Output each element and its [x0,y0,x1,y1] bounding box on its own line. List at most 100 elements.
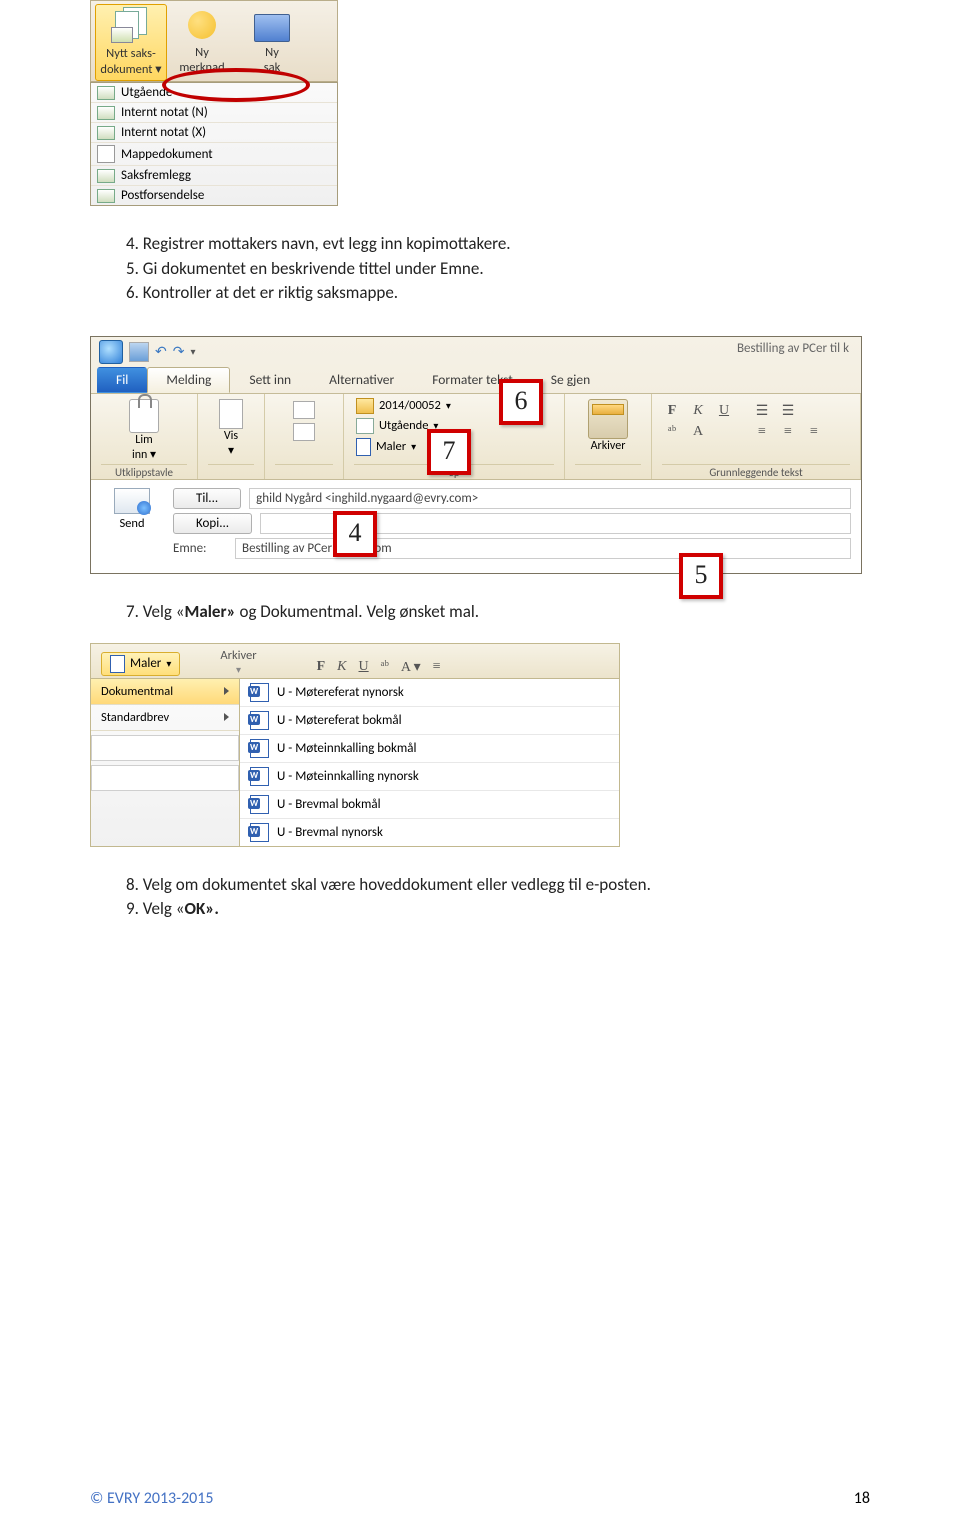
template-item[interactable]: U - Møtereferat bokmål [240,707,619,735]
step-7: 7. Velg «Maler» og Dokumentmal. Velg øns… [126,600,870,625]
folder-icon [356,398,374,414]
bold-button[interactable]: F [317,659,326,675]
font-color-button[interactable]: A [688,424,708,442]
ribbon-btn-ny-merknad[interactable]: Ny merknad [167,4,237,81]
align-button[interactable]: ≡ [433,659,441,675]
label: Ny [237,45,307,60]
template-item[interactable]: U - Møteinnkalling nynorsk [240,763,619,791]
qat-undo-icon[interactable]: ↶ [155,343,167,360]
underline-button[interactable]: U [359,659,369,675]
app-orb-icon[interactable] [99,340,123,364]
blank-input[interactable] [91,765,239,791]
figure-maler-submenu: Maler▾ Arkiver ▾ F K U ᵃᵇ A ▾ ≡ Dokument… [90,643,620,847]
chevron-right-icon [224,687,229,695]
bold-button[interactable]: F [662,403,682,421]
callout-6: 6 [499,379,543,425]
callout-4: 4 [333,511,377,557]
highlighter-button[interactable]: ᵃᵇ [381,659,389,675]
footer-page-number: 18 [854,1489,870,1508]
arkiver-button[interactable]: Arkiver [575,397,641,455]
tab-fil[interactable]: Fil [97,367,147,393]
label: Nytt saks- [96,46,166,61]
envelope-icon [97,169,115,183]
tab-sett-inn[interactable]: Sett inn [230,367,310,393]
chevron-right-icon [224,713,229,721]
menu-item-standardbrev[interactable]: Standardbrev [91,705,239,731]
instruction-list-2: 7. Velg «Maler» og Dokumentmal. Velg øns… [126,600,870,625]
step-6: 6. Kontroller at det er riktig saksmappe… [126,281,870,306]
tab-alternativer[interactable]: Alternativer [310,367,413,393]
italic-button[interactable]: K [337,659,346,675]
envelope-icon [97,189,115,203]
tab-melding[interactable]: Melding [147,367,230,393]
label: Ny [167,45,237,60]
document-icon [97,145,115,163]
menu-item-internt-x[interactable]: Internt notat (X) [91,123,337,143]
arkiver-label: Arkiver [220,648,256,663]
underline-button[interactable]: U [714,403,734,421]
template-item[interactable]: U - Møteinnkalling bokmål [240,735,619,763]
word-icon [110,655,125,673]
archive-icon [588,399,628,439]
subject-label: Emne: [173,541,227,556]
align-left-button[interactable]: ≡ [752,424,772,442]
figure-compose-ribbon: Bestilling av PCer til k ↶ ↷ ▾ Fil Meldi… [90,336,862,574]
italic-button[interactable]: K [688,403,708,421]
menu-item-dokumentmal[interactable]: Dokumentmal [91,679,239,705]
step-8: 8. Velg om dokumentet skal være hoveddok… [126,873,870,898]
word-icon [250,823,269,842]
highlighter-button[interactable]: ᵃᵇ [662,424,682,442]
ribbon-btn-nytt-saksdokument[interactable]: Nytt saks- dokument ▾ [95,4,167,81]
label: dokument ▾ [96,61,166,77]
instruction-list-3: 8. Velg om dokumentet skal være hoveddok… [126,873,870,922]
step-5: 5. Gi dokumentet en beskrivende tittel u… [126,257,870,282]
send-button[interactable]: Send [101,488,163,563]
vis-button[interactable]: Vis▾ [208,397,254,460]
word-icon [250,767,269,786]
step-4: 4. Registrer mottakers navn, evt legg in… [126,232,870,257]
blank-input[interactable] [91,735,239,761]
qat-save-icon[interactable] [129,342,149,362]
step-9: 9. Velg «OK». [126,897,870,922]
align-right-button[interactable]: ≡ [804,424,824,442]
template-item[interactable]: U - Brevmal bokmål [240,791,619,819]
copy-icon[interactable] [293,423,315,441]
to-field[interactable]: ghild Nygård <inghild.nygaard@evry.com> [249,488,851,509]
template-item[interactable]: U - Møtereferat nynorsk [240,679,619,707]
label: merknad [167,60,237,75]
menu-item-utgaende[interactable]: Utgående [91,83,337,103]
menu-item-mappedokument[interactable]: Mappedokument [91,143,337,166]
word-icon [250,795,269,814]
copy-icon[interactable] [293,401,315,419]
align-center-button[interactable]: ≡ [778,424,798,442]
cc-button[interactable]: Kopi... [173,513,252,534]
maler-dropdown[interactable]: Maler▾ [101,652,180,676]
callout-5: 5 [679,553,723,599]
menu-item-postforsendelse[interactable]: Postforsendelse [91,186,337,205]
ribbon-btn-ny-sak[interactable]: Ny sak [237,4,307,81]
numbering-button[interactable]: ☰ [778,403,798,421]
footer-copyright: © EVRY 2013-2015 [90,1489,214,1508]
to-button[interactable]: Til... [173,488,241,509]
qat-dropdown-icon[interactable]: ▾ [190,345,195,358]
template-item[interactable]: U - Brevmal nynorsk [240,819,619,846]
word-icon [250,739,269,758]
envelope-icon [97,86,115,100]
word-icon [250,683,269,702]
window-title: Bestilling av PCer til k [737,341,849,356]
word-icon [356,438,371,456]
envelope-icon [356,418,374,434]
paste-button[interactable]: Liminn ▾ [101,397,187,464]
clipboard-icon [129,399,159,433]
qat-redo-icon[interactable]: ↷ [173,343,185,360]
bullets-button[interactable]: ☰ [752,403,772,421]
group-clipboard: Utklippstavle [101,464,187,479]
figure-toolbar-dropdown: Nytt saks- dokument ▾ Ny merknad Ny sak … [90,0,870,206]
menu-item-internt-n[interactable]: Internt notat (N) [91,103,337,123]
send-icon [114,488,150,514]
menu-item-saksfremlegg[interactable]: Saksfremlegg [91,166,337,186]
font-color-button[interactable]: A ▾ [401,659,421,676]
subject-field[interactable]: Bestilling av PCer til kursrom [235,538,851,559]
envelope-icon [97,126,115,140]
tab-se-gjennom[interactable]: Se gjen [532,367,609,393]
